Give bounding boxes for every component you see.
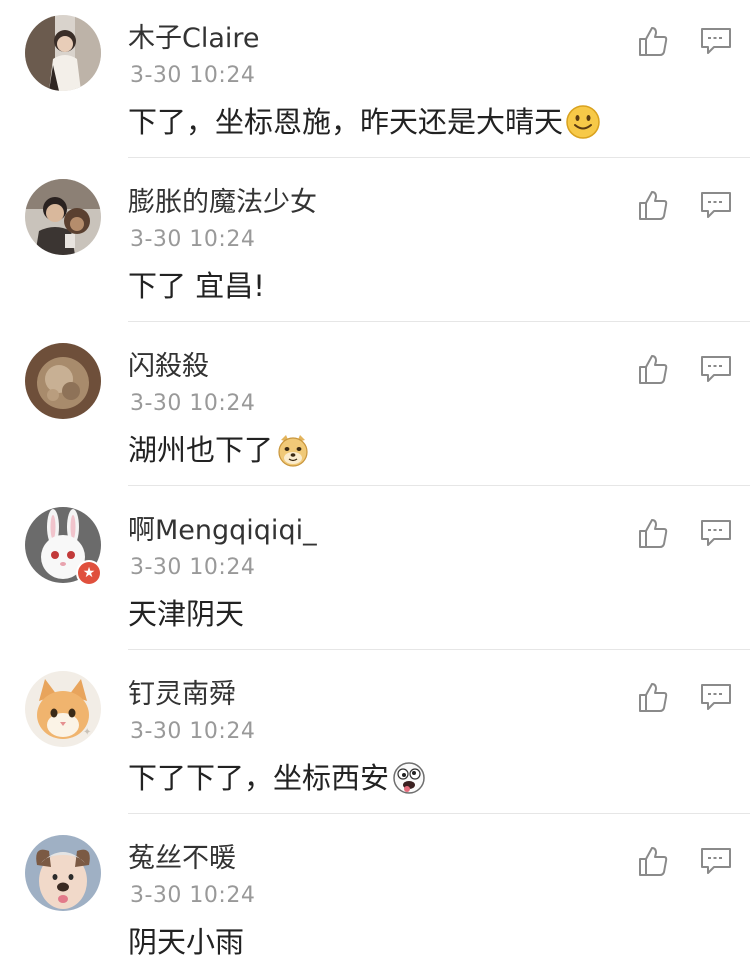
avatar-orange-cat-icon: ✦ <box>25 671 101 747</box>
username[interactable]: 钉灵南舜 <box>128 678 236 712</box>
like-thumb-icon[interactable] <box>636 844 670 878</box>
timestamp: 3-30 10:24 <box>130 555 256 580</box>
divider <box>128 649 750 650</box>
comment-text-body: 下了，坐标恩施，昨天还是大晴天 <box>128 105 564 139</box>
svg-text:✦: ✦ <box>83 727 91 738</box>
star-icon: ★ <box>78 562 100 584</box>
doge-emoji-icon <box>278 435 308 467</box>
comment-text-body: 湖州也下了 <box>128 433 274 467</box>
avatar-person-with-monkey-icon <box>25 179 101 255</box>
comment-item: ★ 啊Mengqiqiqi_ 3-30 10:24 天津阴天 <box>0 492 750 656</box>
reply-comment-icon[interactable] <box>700 846 732 876</box>
timestamp: 3-30 10:24 <box>130 63 256 88</box>
avatar[interactable]: ✦ <box>25 671 101 747</box>
verified-badge: ★ <box>76 560 102 586</box>
like-thumb-icon[interactable] <box>636 352 670 386</box>
like-thumb-icon[interactable] <box>636 24 670 58</box>
divider <box>128 321 750 322</box>
avatar[interactable] <box>25 835 101 911</box>
avatar-person-light-icon <box>25 15 101 91</box>
divider <box>128 485 750 486</box>
reply-comment-icon[interactable] <box>700 26 732 56</box>
like-thumb-icon[interactable] <box>636 188 670 222</box>
comment-text: 湖州也下了 <box>128 430 311 470</box>
timestamp: 3-30 10:24 <box>130 719 256 744</box>
comment-text: 天津阴天 <box>128 594 244 634</box>
divider <box>128 813 750 814</box>
timestamp: 3-30 10:24 <box>130 391 256 416</box>
username[interactable]: 木子Claire <box>128 22 260 56</box>
comment-item: ✦ 钉灵南舜 3-30 10:24 下了下了，坐标西安 <box>0 656 750 820</box>
comment-text-body: 天津阴天 <box>128 597 245 631</box>
timestamp: 3-30 10:24 <box>130 227 256 252</box>
comment-text-body: 下了 宜昌! <box>128 269 265 303</box>
comment-text: 下了 宜昌! <box>128 266 265 306</box>
comment-text: 阴天小雨 <box>128 922 244 962</box>
username[interactable]: 菟丝不暖 <box>128 842 236 876</box>
like-thumb-icon[interactable] <box>636 680 670 714</box>
avatar[interactable] <box>25 179 101 255</box>
crazy-face-emoji-icon <box>393 762 425 794</box>
comment-text: 下了下了，坐标西安 <box>128 758 427 798</box>
avatar[interactable] <box>25 15 101 91</box>
comment-list: 木子Claire 3-30 10:24 下了，坐标恩施，昨天还是大晴天 膨胀的魔… <box>0 0 750 972</box>
comment-text-body: 下了下了，坐标西安 <box>128 761 390 795</box>
reply-comment-icon[interactable] <box>700 354 732 384</box>
smiley-emoji-icon <box>566 105 600 139</box>
username[interactable]: 啊Mengqiqiqi_ <box>128 514 317 548</box>
username[interactable]: 膨胀的魔法少女 <box>128 186 317 220</box>
avatar-brown-texture-icon <box>25 343 101 419</box>
username[interactable]: 闪殺殺 <box>128 350 209 384</box>
comment-item: 闪殺殺 3-30 10:24 湖州也下了 <box>0 328 750 492</box>
comment-item: 膨胀的魔法少女 3-30 10:24 下了 宜昌! <box>0 164 750 328</box>
comment-item: 菟丝不暖 3-30 10:24 阴天小雨 <box>0 820 750 972</box>
avatar-dog-filter-face-icon <box>25 835 101 911</box>
comment-item: 木子Claire 3-30 10:24 下了，坐标恩施，昨天还是大晴天 <box>0 0 750 164</box>
reply-comment-icon[interactable] <box>700 682 732 712</box>
avatar[interactable] <box>25 343 101 419</box>
like-thumb-icon[interactable] <box>636 516 670 550</box>
divider <box>128 157 750 158</box>
timestamp: 3-30 10:24 <box>130 883 256 908</box>
reply-comment-icon[interactable] <box>700 518 732 548</box>
reply-comment-icon[interactable] <box>700 190 732 220</box>
comment-text: 下了，坐标恩施，昨天还是大晴天 <box>128 102 601 142</box>
comment-text-body: 阴天小雨 <box>128 925 245 959</box>
